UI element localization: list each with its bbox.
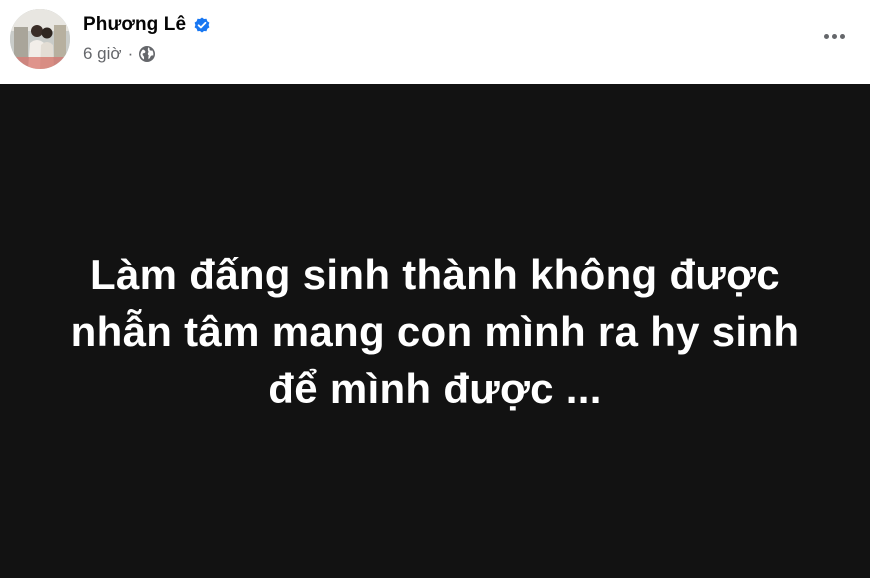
author-avatar[interactable] — [10, 9, 70, 69]
facebook-post: Phương Lê 6 giờ · Làm đấng sinh thành kh… — [0, 0, 870, 578]
post-header: Phương Lê 6 giờ · — [0, 0, 870, 84]
status-line: nhẫn tâm mang con mình ra hy sinh — [70, 308, 800, 355]
post-timestamp[interactable]: 6 giờ — [83, 44, 122, 64]
status-line: để mình được ... — [268, 365, 602, 412]
more-options-button[interactable] — [816, 22, 852, 50]
post-meta: 6 giờ · — [83, 43, 156, 65]
more-options-icon — [823, 33, 829, 39]
author-row: Phương Lê — [83, 11, 211, 39]
status-background: Làm đấng sinh thành không được nhẫn tâm … — [0, 84, 870, 578]
more-options-dot — [831, 33, 837, 39]
status-line: Làm đấng sinh thành không được — [90, 251, 780, 298]
more-options-dot — [839, 33, 845, 39]
globe-icon[interactable] — [138, 45, 156, 63]
avatar-photo — [10, 9, 70, 69]
verified-badge-icon — [193, 16, 211, 34]
author-name[interactable]: Phương Lê — [83, 14, 186, 36]
status-text: Làm đấng sinh thành không được nhẫn tâm … — [0, 246, 870, 417]
meta-separator: · — [127, 44, 134, 63]
